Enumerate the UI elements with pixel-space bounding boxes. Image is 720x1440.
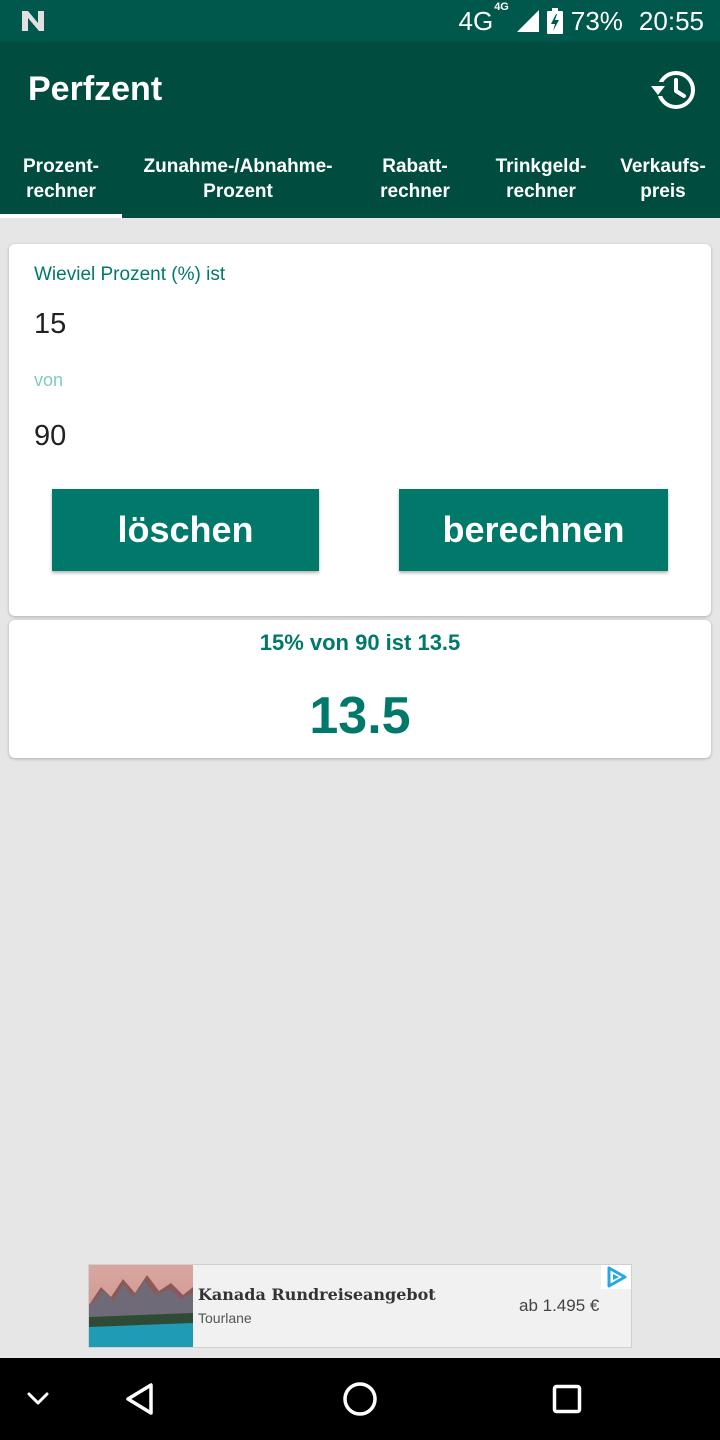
percent-label: Wieviel Prozent (%) ist [34, 264, 226, 285]
ad-image [89, 1265, 193, 1347]
history-icon[interactable] [646, 64, 702, 116]
app-bar: Perfzent Prozent- rechner Zunahme-/Abnah… [0, 42, 720, 218]
result-sentence: 15% von 90 ist 13.5 [259, 630, 461, 655]
result-card: 15% von 90 ist 13.5 13.5 [9, 620, 711, 758]
tab-indicator [0, 214, 122, 218]
status-icons: 4G4G 73% 20:55 [458, 1, 705, 38]
network-label: 4G [458, 5, 494, 36]
battery-charging-icon [546, 8, 563, 34]
ad-price: ab 1.495 € [519, 1296, 600, 1315]
back-button[interactable] [110, 1358, 170, 1440]
home-icon [343, 1382, 377, 1416]
app-title: Perfzent [28, 70, 163, 108]
adchoices-icon[interactable] [601, 1265, 631, 1289]
recents-button[interactable] [537, 1358, 597, 1440]
result-value: 13.5 [309, 687, 411, 745]
calculate-button[interactable]: berechnen [399, 489, 668, 571]
clear-button[interactable]: löschen [52, 489, 319, 571]
input-card: Wieviel Prozent (%) ist 15 von 90 lösche… [9, 244, 711, 616]
signal-icon [516, 10, 539, 32]
navigation-bar [0, 1358, 720, 1440]
back-icon [126, 1383, 153, 1415]
tab-prozentrechner[interactable]: Prozent- rechner [0, 152, 122, 218]
ad-advertiser: Tourlane [198, 1310, 252, 1326]
ad-title: Kanada Rundreiseangebot [198, 1285, 436, 1304]
chevron-down-icon [27, 1392, 49, 1405]
battery-level: 73% [570, 5, 623, 36]
percent-input[interactable]: 15 [34, 308, 66, 341]
tab-verkaufspreis[interactable]: Verkaufs- preis [606, 152, 720, 218]
base-input[interactable]: 90 [34, 420, 66, 453]
n-logo-icon [22, 11, 44, 31]
home-button[interactable] [330, 1358, 390, 1440]
tab-rabattrechner[interactable]: Rabatt- rechner [354, 152, 476, 218]
ad-banner[interactable]: Kanada Rundreiseangebot Tourlane ab 1.49… [88, 1264, 632, 1348]
tab-trinkgeldrechner[interactable]: Trinkgeld- rechner [476, 152, 606, 218]
network-sup-label: 4G [494, 0, 509, 13]
base-label: von [34, 370, 64, 390]
clock: 20:55 [638, 5, 704, 36]
status-bar: 4G4G 73% 20:55 [0, 0, 720, 42]
recents-icon [552, 1384, 582, 1414]
tab-bar: Prozent- rechner Zunahme-/Abnahme- Proze… [0, 152, 720, 218]
network-indicator: 4G4G [458, 1, 509, 37]
tab-zunahme-abnahme[interactable]: Zunahme-/Abnahme- Prozent [122, 152, 354, 218]
hide-keyboard-button[interactable] [16, 1358, 60, 1440]
